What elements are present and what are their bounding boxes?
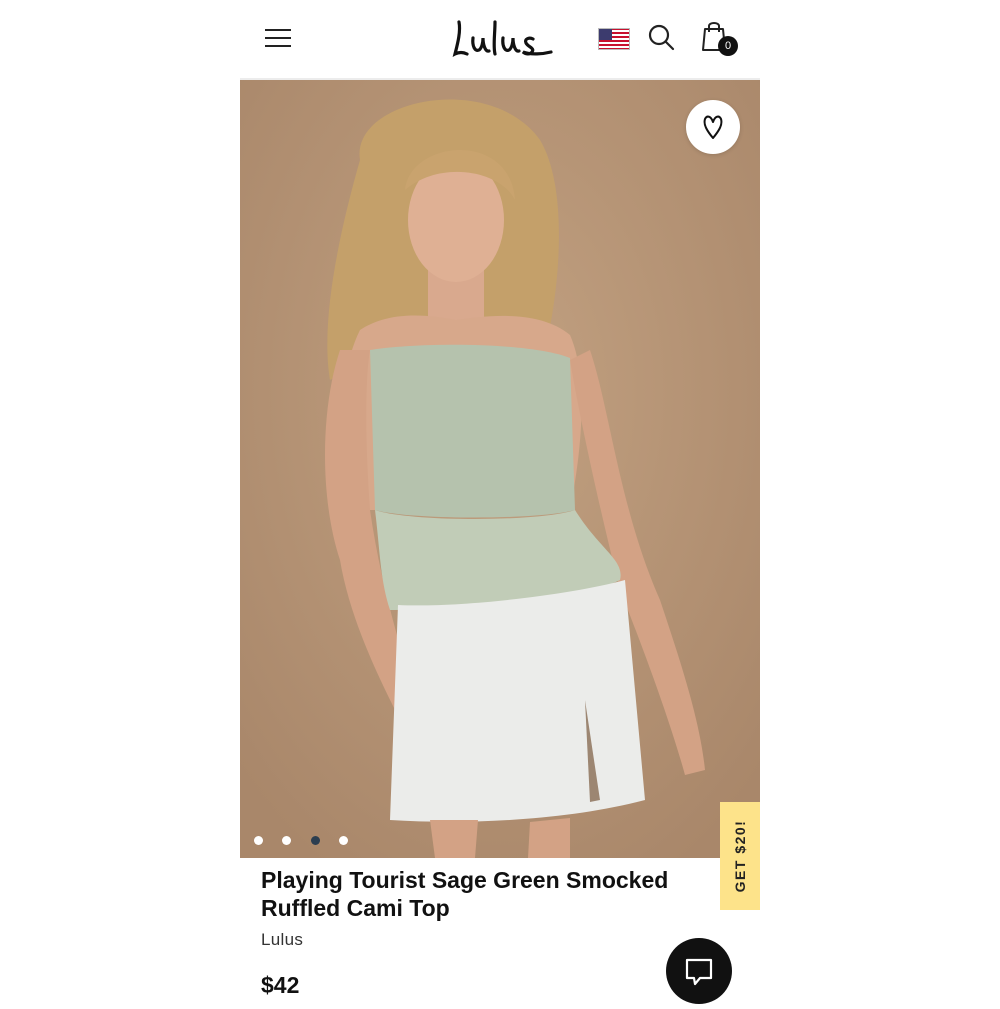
product-title: Playing Tourist Sage Green Smocked Ruffl… xyxy=(261,867,669,921)
carousel-dot-active[interactable] xyxy=(310,836,320,846)
chat-button[interactable] xyxy=(666,938,732,1004)
shopping-bag-icon[interactable]: 0 xyxy=(702,20,742,56)
product-image-carousel[interactable] xyxy=(240,80,760,858)
carousel-dot[interactable] xyxy=(339,836,349,846)
wishlist-heart-button[interactable] xyxy=(686,100,740,154)
cart-count-badge: 0 xyxy=(718,36,738,56)
heart-icon xyxy=(703,115,723,139)
carousel-dots xyxy=(254,832,363,846)
product-price: $42 xyxy=(261,972,300,998)
chat-bubble-icon xyxy=(685,958,713,986)
us-flag-icon[interactable] xyxy=(598,28,630,50)
product-photo xyxy=(240,80,760,858)
promo-tab-label: GET $20! xyxy=(732,819,748,893)
promo-tab[interactable]: GET $20! xyxy=(720,802,760,910)
hamburger-menu-icon[interactable] xyxy=(265,26,293,50)
product-brand[interactable]: Lulus xyxy=(261,930,303,950)
site-header: 0 xyxy=(240,0,760,80)
carousel-dot[interactable] xyxy=(254,836,263,846)
brand-logo[interactable] xyxy=(445,8,555,62)
carousel-dot[interactable] xyxy=(282,836,292,846)
search-icon[interactable] xyxy=(648,24,676,52)
